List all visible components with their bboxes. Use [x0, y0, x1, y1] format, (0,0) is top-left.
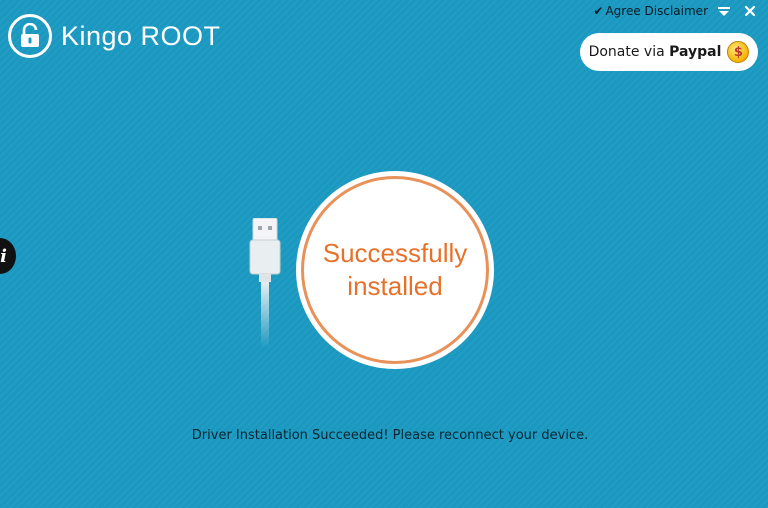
status-circle: Successfully installed [296, 171, 494, 369]
donate-label: Donate via Paypal [589, 44, 722, 60]
info-icon: i [0, 245, 7, 267]
app-logo: Kingo ROOT [8, 14, 221, 58]
menu-button[interactable] [714, 2, 734, 20]
menu-icon [718, 7, 730, 16]
lock-icon [8, 14, 52, 58]
donate-brand: Paypal [669, 44, 722, 60]
donate-paypal-button[interactable]: Donate via Paypal $ [580, 33, 758, 71]
window-controls: ✔ Agree Disclaimer [593, 2, 760, 20]
check-icon: ✔ [593, 4, 604, 18]
agree-disclaimer-label: Agree Disclaimer [605, 4, 708, 18]
app-title: Kingo ROOT [61, 20, 221, 51]
info-button[interactable]: i [0, 238, 16, 274]
coin-icon: $ [727, 41, 750, 63]
status-ring: Successfully installed [301, 176, 489, 364]
usb-cable-icon [249, 218, 281, 348]
status-text: Successfully installed [322, 238, 468, 301]
donate-prefix: Donate via [588, 44, 670, 60]
close-button[interactable] [740, 2, 760, 20]
status-message: Driver Installation Succeeded! Please re… [191, 428, 589, 443]
agree-disclaimer-toggle[interactable]: ✔ Agree Disclaimer [593, 4, 708, 18]
close-icon [744, 5, 756, 17]
